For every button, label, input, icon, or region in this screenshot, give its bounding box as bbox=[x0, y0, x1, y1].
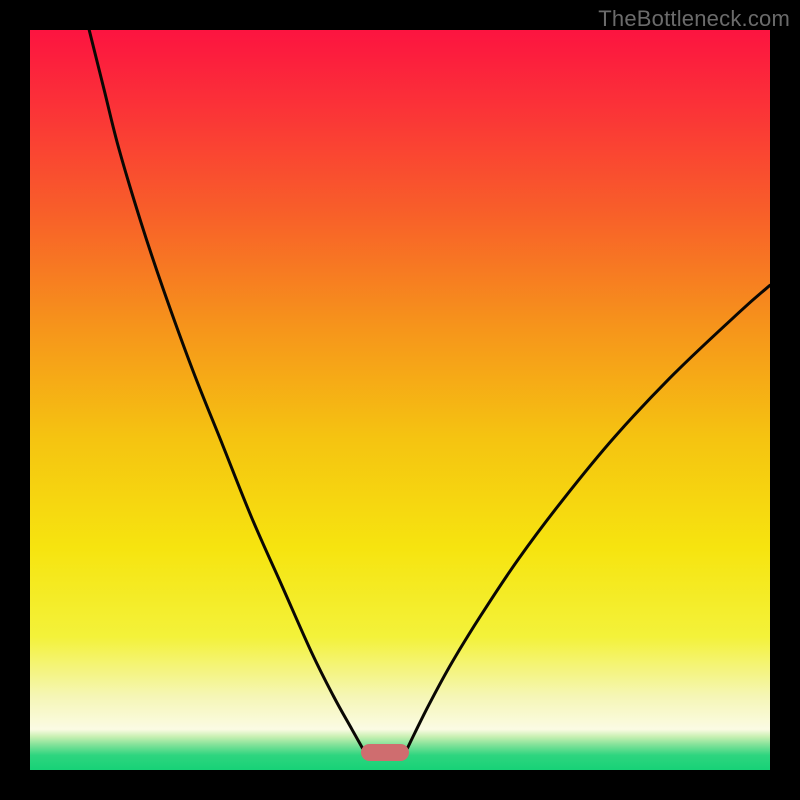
plot-area bbox=[30, 30, 770, 770]
chart-frame: TheBottleneck.com bbox=[0, 0, 800, 800]
right-branch-curve bbox=[405, 285, 770, 753]
minimum-marker bbox=[361, 744, 409, 761]
left-branch-curve bbox=[89, 30, 365, 753]
watermark-text: TheBottleneck.com bbox=[598, 6, 790, 32]
curve-layer bbox=[30, 30, 770, 770]
